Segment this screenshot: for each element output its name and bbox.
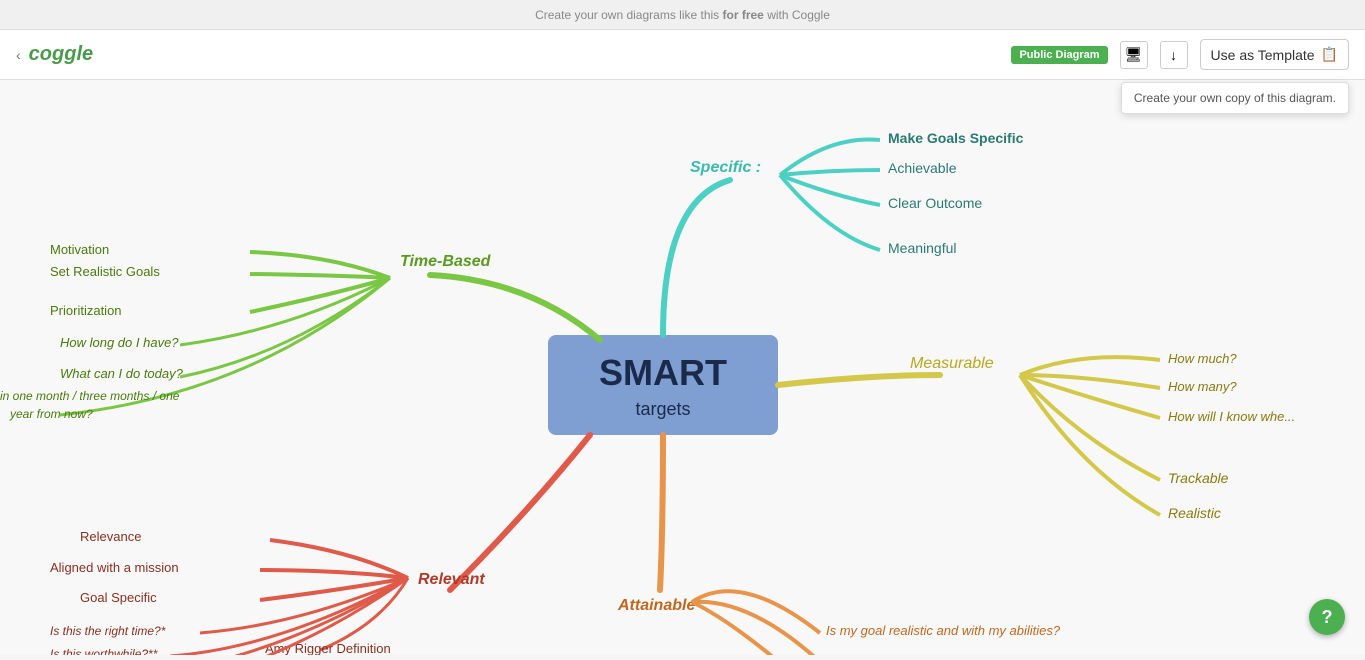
svg-text:Goal Specific: Goal Specific: [80, 590, 157, 605]
svg-text:Realistic: Realistic: [1168, 505, 1221, 521]
svg-text:Measurable: Measurable: [910, 355, 994, 372]
download-icon[interactable]: ↓: [1160, 41, 1188, 69]
svg-text:Prioritization: Prioritization: [50, 303, 122, 318]
svg-text:Relevant: Relevant: [418, 571, 485, 588]
toolbar: ‹ coggle Public Diagram 🖥 ↓ Use as Templ…: [0, 30, 1365, 80]
tooltip-text: Create your own copy of this diagram.: [1134, 91, 1336, 105]
top-bar-text: Create your own diagrams like this for f…: [535, 8, 830, 22]
svg-text:Motivation: Motivation: [50, 242, 109, 257]
svg-text:Meaningful: Meaningful: [888, 240, 957, 256]
svg-text:year from now?: year from now?: [9, 407, 93, 421]
back-arrow-icon: ‹: [16, 47, 21, 63]
use-template-button[interactable]: Use as Template 📋: [1200, 39, 1349, 70]
svg-text:How many?: How many?: [1168, 379, 1237, 394]
back-button[interactable]: ‹ coggle: [16, 43, 93, 66]
svg-text:Specific :: Specific :: [690, 159, 761, 176]
svg-text:Aligned with a mission: Aligned with a mission: [50, 560, 179, 575]
coggle-logo: coggle: [29, 43, 93, 66]
public-badge: Public Diagram: [1011, 46, 1107, 64]
svg-text:SMART: SMART: [599, 352, 727, 393]
monitor-icon[interactable]: 🖥: [1120, 41, 1148, 69]
svg-text:targets: targets: [635, 399, 690, 419]
toolbar-right: Public Diagram 🖥 ↓ Use as Template 📋: [1011, 39, 1349, 70]
svg-text:Trackable: Trackable: [1168, 470, 1229, 486]
svg-text:Time-Based: Time-Based: [400, 253, 492, 270]
copy-icon: 📋: [1321, 46, 1338, 63]
svg-text:Is this the right time?*: Is this the right time?*: [50, 624, 166, 638]
svg-text:Make Goals Specific: Make Goals Specific: [888, 130, 1024, 146]
help-icon: ?: [1322, 607, 1333, 628]
svg-text:e in one month / three months: e in one month / three months / one: [0, 389, 180, 403]
svg-text:How long do I have?: How long do I have?: [60, 335, 179, 350]
svg-text:Relevance: Relevance: [80, 529, 141, 544]
svg-text:Achievable: Achievable: [888, 160, 957, 176]
svg-text:How much?: How much?: [1168, 351, 1237, 366]
svg-text:Is this worthwhile?**: Is this worthwhile?**: [50, 647, 158, 655]
mindmap-canvas: SMART targets Specific : Make Goals Spec…: [0, 80, 1365, 655]
svg-text:Is my goal realistic and with: Is my goal realistic and with my abiliti…: [826, 623, 1061, 638]
use-template-label: Use as Template: [1211, 47, 1315, 63]
svg-text:How will I know whe...: How will I know whe...: [1168, 409, 1295, 424]
svg-text:Attainable: Attainable: [617, 597, 695, 614]
top-info-bar: Create your own diagrams like this for f…: [0, 0, 1365, 30]
help-button[interactable]: ?: [1309, 599, 1345, 635]
svg-text:What can I do today?: What can I do today?: [60, 366, 184, 381]
svg-text:Set Realistic Goals: Set Realistic Goals: [50, 264, 160, 279]
svg-text:Clear Outcome: Clear Outcome: [888, 195, 982, 211]
tooltip-box: Create your own copy of this diagram.: [1121, 82, 1349, 114]
